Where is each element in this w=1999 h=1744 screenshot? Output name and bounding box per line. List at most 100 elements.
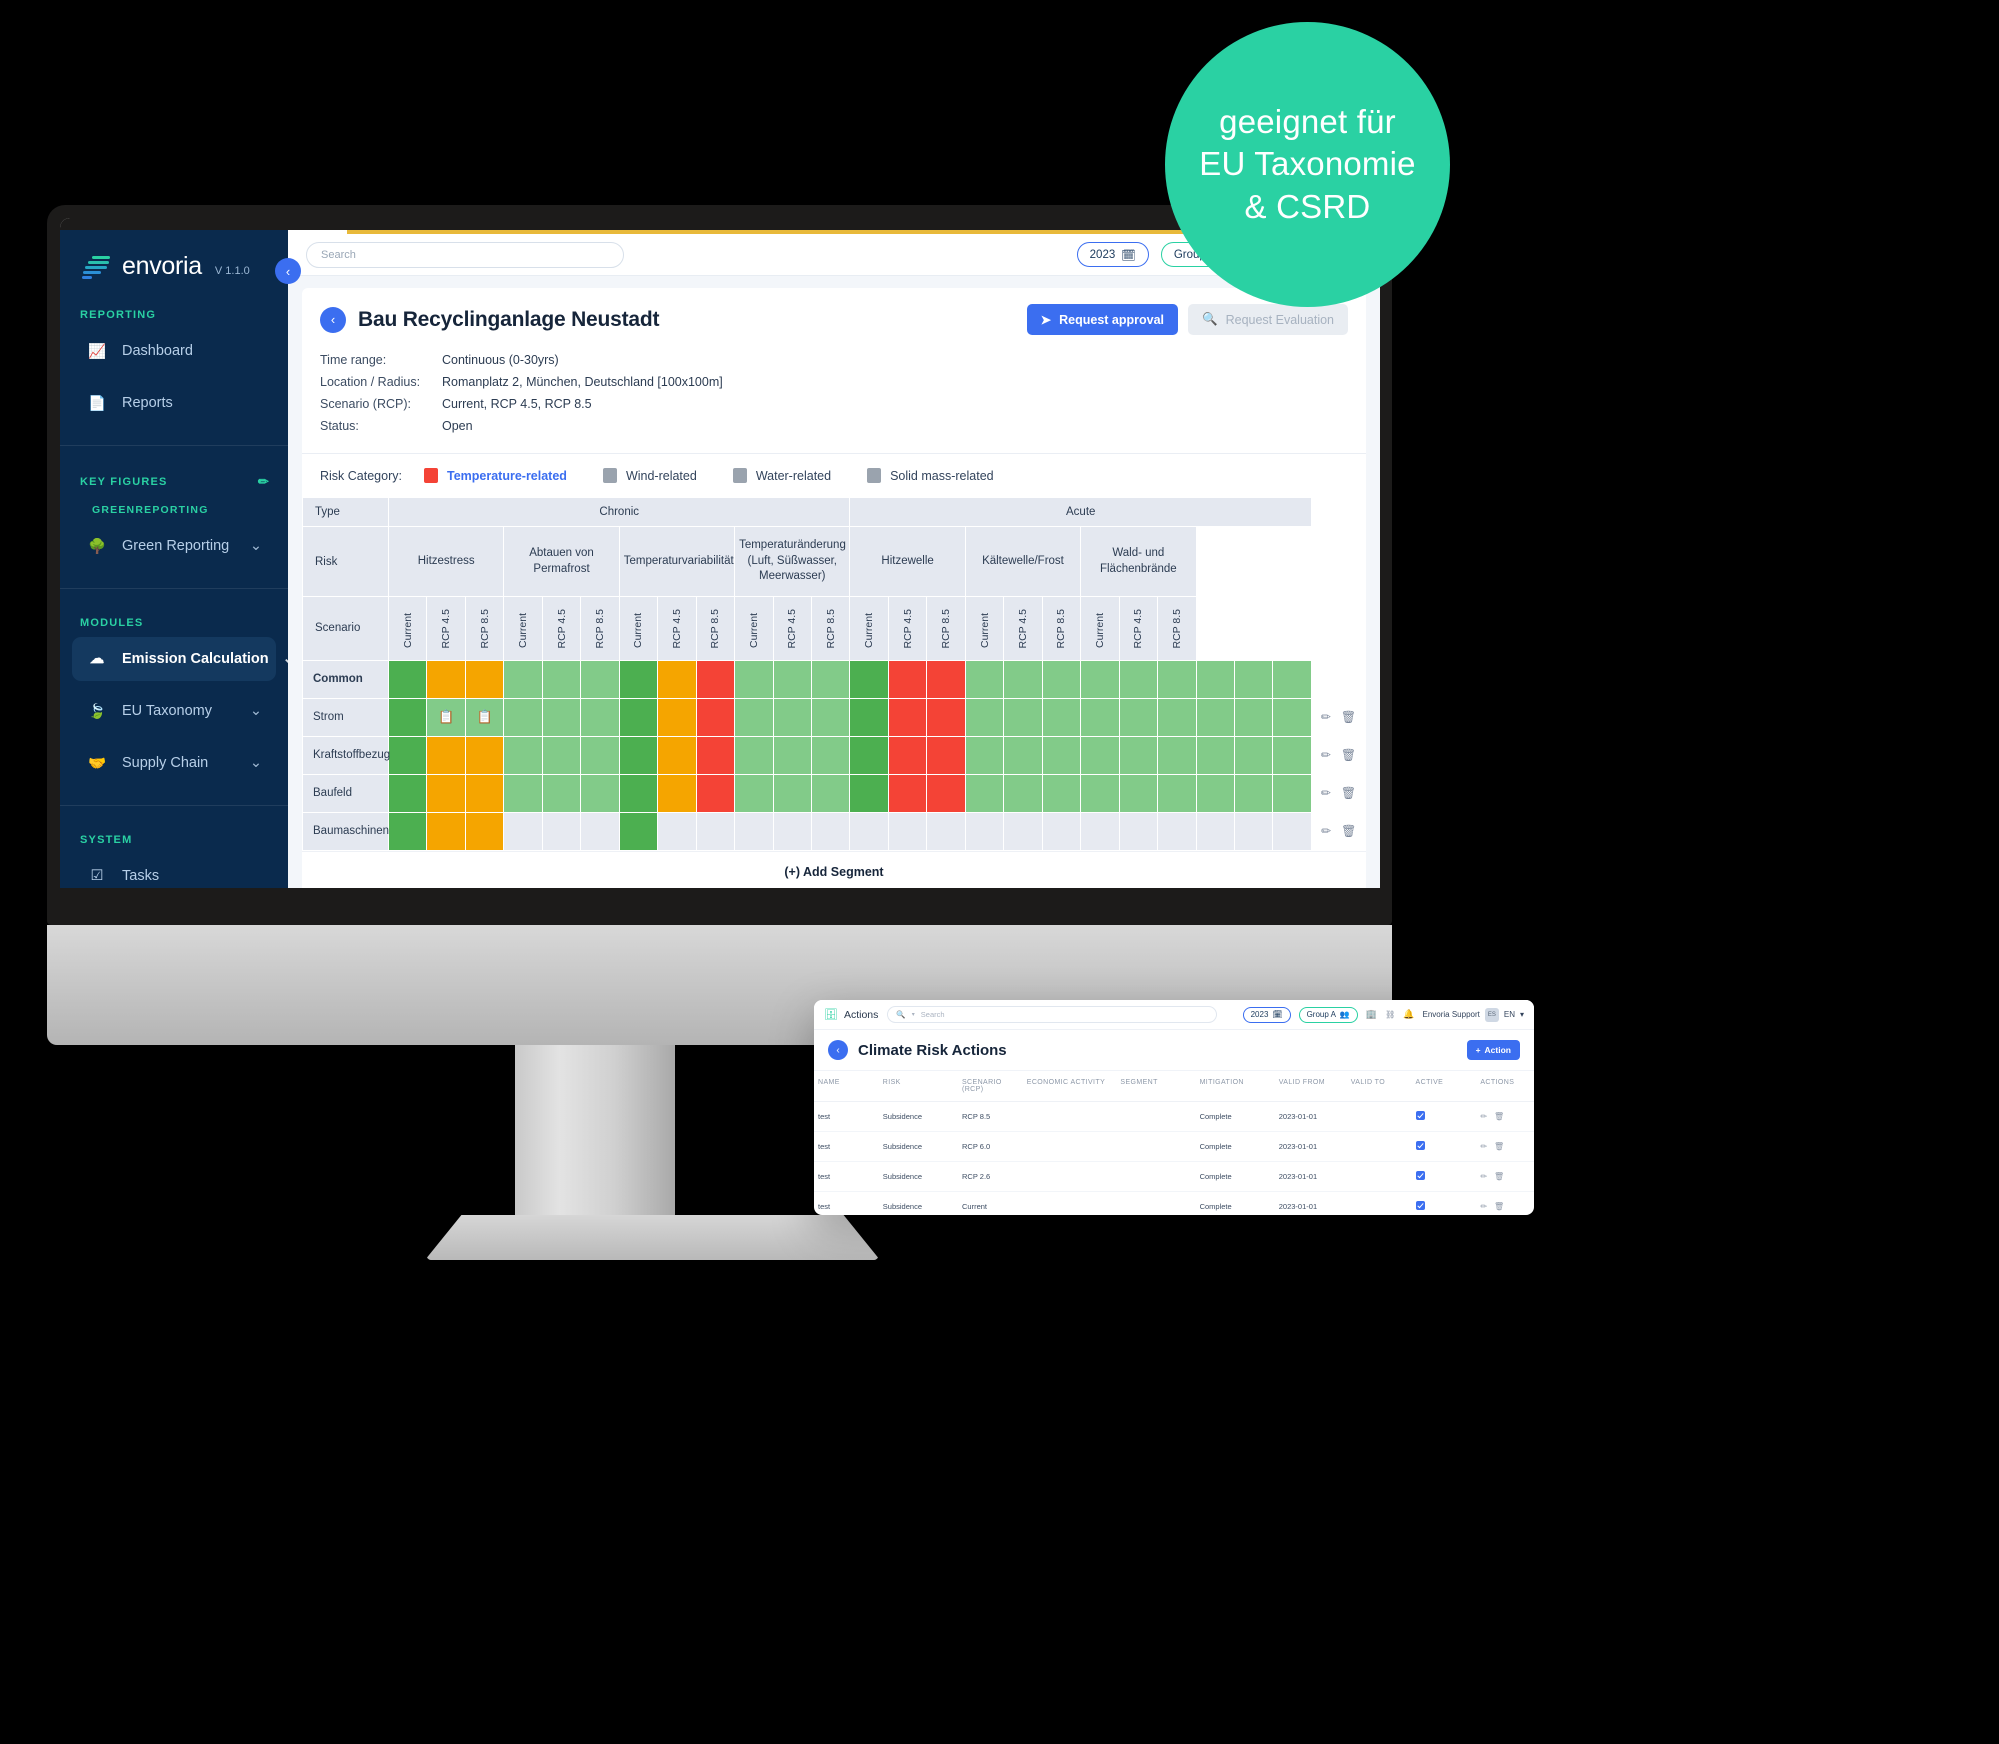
heatmap-cell[interactable] <box>849 697 889 737</box>
heatmap-cell[interactable] <box>734 773 774 813</box>
heatmap-cell[interactable] <box>1003 697 1043 737</box>
add-segment-button[interactable]: (+) Add Segment <box>302 850 1366 888</box>
active-checkbox[interactable] <box>1415 1171 1425 1180</box>
actions-column-header[interactable]: RISK <box>878 1071 958 1102</box>
heatmap-cell[interactable] <box>1118 773 1159 813</box>
heatmap-cell[interactable] <box>734 811 774 851</box>
trash-icon[interactable]: 🗑 <box>1494 1202 1504 1211</box>
heatmap-cell[interactable] <box>1272 697 1312 737</box>
table-row[interactable]: test Subsidence RCP 2.6 Complete 2023-01-01 ✏… <box>814 1161 1534 1192</box>
heatmap-cell[interactable] <box>1233 697 1274 737</box>
heatmap-cell[interactable] <box>426 735 466 775</box>
actions-column-header[interactable]: ACTIVE <box>1411 1071 1477 1102</box>
heatmap-cell[interactable] <box>695 811 736 851</box>
heatmap-cell[interactable] <box>618 811 659 851</box>
heatmap-cell[interactable] <box>887 659 928 699</box>
heatmap-cell[interactable] <box>1233 659 1274 699</box>
heatmap-cell[interactable] <box>1233 773 1274 813</box>
pencil-icon[interactable]: ✏ <box>1480 1172 1487 1181</box>
chevron-down-icon[interactable]: ⌄ <box>250 538 262 554</box>
clipboard-icon[interactable]: 📋 <box>466 709 503 725</box>
heatmap-cell[interactable] <box>1041 697 1082 737</box>
heatmap-cell[interactable] <box>1157 735 1197 775</box>
back-button[interactable]: ‹ <box>320 306 346 333</box>
add-action-button[interactable]: + Action <box>1466 1040 1520 1060</box>
heatmap-cell[interactable] <box>503 811 543 851</box>
heatmap-cell[interactable] <box>810 811 851 851</box>
legend-item-wind-related[interactable]: Wind-related <box>602 468 697 483</box>
heatmap-cell[interactable] <box>926 811 966 851</box>
pencil-icon[interactable]: ✏ <box>1321 786 1331 800</box>
heatmap-cell[interactable] <box>1080 773 1120 813</box>
heatmap-cell[interactable] <box>1233 811 1274 851</box>
heatmap-cell[interactable] <box>926 697 966 737</box>
heatmap-cell[interactable] <box>387 773 428 813</box>
heatmap-cell[interactable] <box>926 773 966 813</box>
trash-icon[interactable]: 🗑 <box>1494 1142 1504 1151</box>
heatmap-cell[interactable] <box>464 659 505 699</box>
sidebar-collapse-button[interactable]: ‹ <box>275 258 301 284</box>
heatmap-cell[interactable] <box>618 697 659 737</box>
heatmap-cell[interactable] <box>1157 773 1197 813</box>
heatmap-cell[interactable] <box>734 659 774 699</box>
heatmap-cell[interactable] <box>772 811 812 851</box>
year-selector[interactable]: 2023 🗓 <box>1076 242 1149 267</box>
actions-column-header[interactable]: VALID TO <box>1346 1071 1412 1102</box>
hierarchy-icon[interactable]: ⛓ <box>1385 1010 1395 1019</box>
search-input[interactable]: Search <box>306 241 624 268</box>
heatmap-cell[interactable] <box>503 735 543 775</box>
table-row[interactable]: test Subsidence RCP 6.0 Complete 2023-01-01 ✏… <box>814 1131 1534 1162</box>
heatmap-cell[interactable] <box>695 697 736 737</box>
actions-column-header[interactable]: MITIGATION <box>1195 1071 1275 1102</box>
heatmap-cell[interactable] <box>887 811 928 851</box>
heatmap-cell[interactable] <box>695 773 736 813</box>
heatmap-cell[interactable] <box>887 735 928 775</box>
heatmap-cell[interactable] <box>1041 659 1082 699</box>
heatmap-cell[interactable] <box>772 659 812 699</box>
trash-icon[interactable]: 🗑 <box>1494 1112 1504 1121</box>
heatmap-cell[interactable] <box>1118 735 1159 775</box>
heatmap-cell[interactable] <box>1003 735 1043 775</box>
pencil-icon[interactable]: ✏ <box>1480 1112 1487 1121</box>
heatmap-cell[interactable] <box>580 697 620 737</box>
heatmap-cell[interactable] <box>1041 773 1082 813</box>
cell-active[interactable] <box>1411 1131 1477 1162</box>
pencil-icon[interactable]: ✏ <box>1321 824 1331 838</box>
heatmap-cell[interactable] <box>734 735 774 775</box>
heatmap-cell[interactable] <box>849 735 889 775</box>
heatmap-cell[interactable] <box>1041 735 1082 775</box>
trash-icon[interactable]: 🗑 <box>1494 1172 1504 1181</box>
heatmap-cell[interactable] <box>1195 811 1235 851</box>
heatmap-cell[interactable] <box>387 697 428 737</box>
heatmap-cell[interactable] <box>1118 811 1159 851</box>
user-menu[interactable]: Envoria Support ES EN ▾ <box>1422 1007 1524 1022</box>
heatmap-cell[interactable] <box>772 697 812 737</box>
heatmap-cell[interactable] <box>1195 659 1235 699</box>
sidebar-item-dashboard[interactable]: 📈 Dashboard <box>72 329 276 373</box>
sidebar-item-supply-chain[interactable]: 🤝 Supply Chain ⌄ <box>72 741 276 785</box>
heatmap-cell[interactable] <box>580 811 620 851</box>
heatmap-cell[interactable] <box>1080 735 1120 775</box>
floating-search-input[interactable]: 🔍 ▾ Search <box>887 1006 1218 1023</box>
heatmap-cell[interactable] <box>1272 773 1312 813</box>
heatmap-cell[interactable] <box>926 735 966 775</box>
sidebar-item-green-reporting[interactable]: 🌳 Green Reporting ⌄ <box>72 524 276 568</box>
pencil-icon[interactable]: ✏ <box>1321 710 1331 724</box>
heatmap-cell[interactable] <box>772 735 812 775</box>
heatmap-cell[interactable] <box>541 811 582 851</box>
heatmap-cell[interactable] <box>849 811 889 851</box>
building-icon[interactable]: 🏢 <box>1366 1009 1377 1020</box>
heatmap-cell[interactable] <box>464 811 505 851</box>
heatmap-cell[interactable] <box>810 659 851 699</box>
heatmap-cell[interactable] <box>1195 773 1235 813</box>
heatmap-cell[interactable] <box>618 735 659 775</box>
heatmap-cell[interactable] <box>503 697 543 737</box>
heatmap-cell[interactable] <box>1003 773 1043 813</box>
sidebar-item-reports[interactable]: 📄 Reports <box>72 381 276 425</box>
sidebar-item-emission-calculation[interactable]: ☁Emission Calculation⌄ <box>72 637 295 681</box>
trash-icon[interactable]: 🗑 <box>1341 786 1356 800</box>
heatmap-cell[interactable] <box>810 773 851 813</box>
heatmap-cell[interactable] <box>541 735 582 775</box>
heatmap-cell[interactable] <box>887 697 928 737</box>
language-selector[interactable]: EN <box>1504 1010 1515 1019</box>
